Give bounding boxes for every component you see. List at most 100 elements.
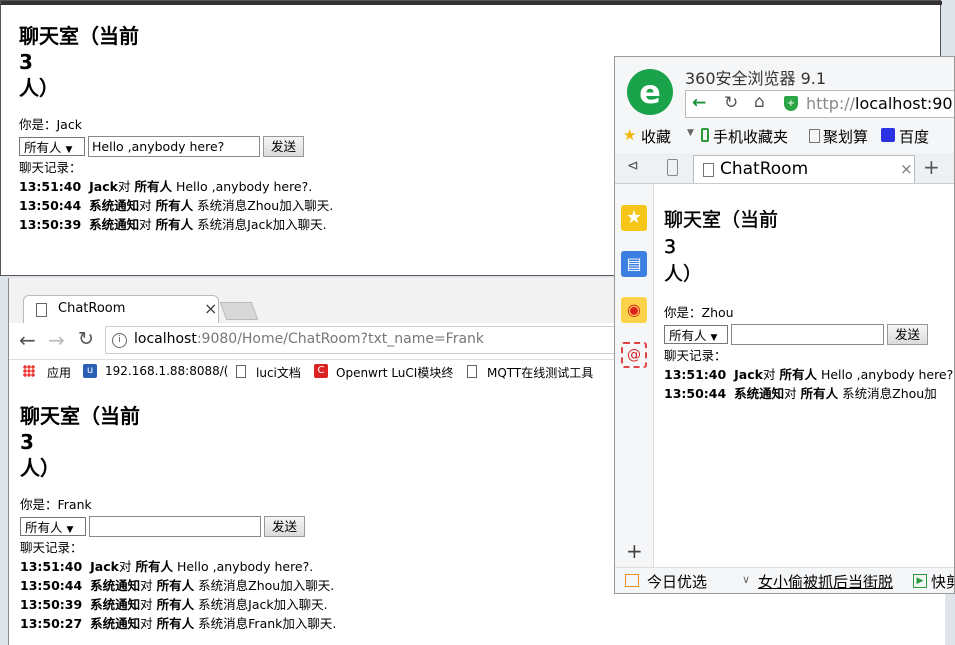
chat-title: 聊天室（当前 3 人） (19, 24, 139, 100)
url-host: localhost (134, 331, 197, 347)
history-label: 聊天记录： (19, 160, 82, 175)
chat-title: 聊天室（当前 3 人） (20, 404, 140, 480)
message-item: 13:51:40 Jack对 所有人 Hello ,anybody here?. (19, 179, 313, 194)
openwrt-icon: C (314, 364, 328, 378)
page-icon (809, 129, 820, 143)
message-item: 13:50:44 系统通知对 所有人 系统消息Zhou加入聊天. (20, 578, 335, 593)
favorites-bar: ★ 收藏 ▼ 手机收藏夹 聚划算 百度 (615, 124, 954, 148)
gift-icon (625, 574, 639, 587)
message-list: 13:51:40 Jack对 所有人 Hello ,anybody here?.… (19, 177, 333, 234)
bookmark-favorites[interactable]: 收藏 (641, 126, 671, 147)
mail-icon[interactable]: @ (621, 342, 647, 368)
phone-icon[interactable] (667, 159, 678, 176)
target-select[interactable]: 所有人 ▼ (19, 136, 85, 156)
message-input[interactable]: Hello ,anybody here? (88, 135, 260, 157)
you-are-label: 你是：Zhou (664, 305, 734, 320)
window-top-edge (1, 1, 942, 5)
apps-icon[interactable] (23, 365, 35, 377)
tab-title: ChatRoom (720, 159, 809, 179)
send-row: 所有人 ▼ 发送 (664, 322, 954, 346)
target-select[interactable]: 所有人 ▼ (20, 516, 86, 536)
bookmark-mqtt[interactable]: MQTT在线测试工具 (487, 364, 593, 381)
history-label: 聊天记录： (664, 348, 727, 363)
news-icon[interactable]: ▤ (621, 251, 647, 277)
reload-icon[interactable]: ↻ (78, 328, 94, 350)
address-bar[interactable]: http://localhost:90 (806, 94, 953, 113)
send-row: 所有人 ▼ 发送 (20, 514, 336, 538)
tab-chatroom[interactable]: ChatRoom × (693, 155, 915, 183)
today-picks-link[interactable]: 今日优选 (647, 571, 707, 592)
chat-content-zhou: 聊天室（当前 3 人） 你是：Zhou 所有人 ▼ 发送 聊天记录： 13:51… (664, 207, 955, 403)
sidebar-toggle-icon[interactable]: ⊲ (627, 158, 639, 174)
info-icon[interactable]: i (112, 333, 127, 348)
home-icon[interactable]: ⌂ (754, 92, 765, 112)
chevron-down-icon: ▼ (710, 332, 718, 343)
status-bar: 今日优选 ∨ 女小偷被抓后当街脱 ▶ 快剪 (615, 567, 954, 593)
favorites-star-icon[interactable]: ★ (621, 205, 647, 231)
address-bar[interactable]: i localhost:9080/Home/ChatRoom?txt_name=… (105, 326, 625, 354)
message-item: 13:51:40 Jack对 所有人 Hello ,anybody here?. (664, 367, 955, 382)
message-list: 13:51:40 Jack对 所有人 Hello ,anybody here?.… (20, 557, 336, 633)
you-are-label: 你是：Jack (19, 117, 82, 132)
message-item: 13:50:44 系统通知对 所有人 系统消息Zhou加 (664, 386, 937, 401)
chat-title: 聊天室（当前 3 人） (664, 209, 779, 285)
bookmark-router[interactable]: 192.168.1.88:8088/( (105, 364, 228, 378)
page-icon (703, 163, 714, 177)
message-input[interactable] (89, 515, 261, 537)
message-item: 13:50:44 系统通知对 所有人 系统消息Zhou加入聊天. (19, 198, 334, 213)
quick-clip-link[interactable]: 快剪 (931, 571, 954, 592)
send-button[interactable]: 发送 (264, 515, 306, 537)
message-item: 13:50:39 系统通知对 所有人 系统消息Jack加入聊天. (19, 217, 327, 232)
chat-content-frank: 聊天室（当前 3 人） 你是：Frank 所有人 ▼ 发送 聊天记录： 13:5… (20, 403, 336, 633)
browser-logo-icon: e (627, 69, 673, 115)
add-panel-icon[interactable]: + (626, 541, 643, 561)
chevron-down-icon: ▼ (66, 524, 74, 535)
chat-content-jack: 聊天室（当前 3 人） 你是：Jack 所有人 ▼ Hello ,anybody… (19, 23, 333, 234)
tab-chatroom[interactable]: ChatRoom × (23, 295, 219, 323)
history-label: 聊天记录： (20, 540, 83, 555)
bookmark-baidu[interactable]: 百度 (899, 126, 929, 147)
chevron-down-icon: ▼ (65, 144, 73, 155)
star-icon: ★ (623, 126, 637, 144)
page-icon (467, 365, 477, 378)
message-item: 13:50:27 系统通知对 所有人 系统消息Frank加入聊天. (20, 616, 337, 631)
target-select[interactable]: 所有人 ▼ (664, 324, 728, 344)
browser-name: 360安全浏览器 9.1 (685, 69, 827, 88)
you-are-label: 你是：Frank (20, 497, 92, 512)
bookmark-openwrt[interactable]: Openwrt LuCI模块终 (336, 364, 453, 381)
message-item: 13:50:39 系统通知对 所有人 系统消息Jack加入聊天. (20, 597, 328, 612)
new-tab-button[interactable] (219, 302, 259, 320)
side-panel: ★ ▤ ◉ @ + (615, 184, 654, 567)
baidu-icon (881, 128, 895, 142)
tab-row: ⊲ ChatRoom × + (615, 153, 954, 184)
message-list: 13:51:40 Jack对 所有人 Hello ,anybody here?.… (664, 365, 955, 403)
router-icon: u (83, 364, 97, 378)
bookmark-juhuasuan[interactable]: 聚划算 (823, 126, 868, 147)
page-icon (36, 303, 47, 317)
phone-icon (701, 128, 709, 142)
news-headline-link[interactable]: 女小偷被抓后当街脱 (758, 571, 893, 592)
send-button[interactable]: 发送 (887, 323, 929, 345)
message-item: 13:51:40 Jack对 所有人 Hello ,anybody here?. (20, 559, 314, 574)
shield-icon: + (784, 96, 798, 111)
back-icon[interactable]: ← (19, 328, 36, 352)
page-icon (236, 365, 246, 378)
close-icon[interactable]: × (900, 160, 913, 178)
tab-title: ChatRoom (58, 301, 126, 316)
chevron-down-icon[interactable]: ▼ (687, 128, 694, 138)
message-input[interactable] (731, 323, 884, 345)
send-button[interactable]: 发送 (263, 135, 305, 157)
bookmark-apps[interactable]: 应用 (47, 364, 71, 381)
close-icon[interactable]: × (204, 299, 217, 318)
chevron-down-icon[interactable]: ∨ (742, 573, 750, 586)
new-tab-button[interactable]: + (923, 155, 940, 179)
bookmark-mobile[interactable]: 手机收藏夹 (713, 126, 788, 147)
bookmark-luci[interactable]: luci文档 (256, 364, 301, 381)
back-icon[interactable]: ← (692, 93, 706, 113)
weibo-icon[interactable]: ◉ (621, 297, 647, 323)
send-row: 所有人 ▼ Hello ,anybody here? 发送 (19, 134, 333, 158)
forward-icon[interactable]: → (48, 328, 65, 352)
url-path: :9080/Home/ChatRoom?txt_name=Frank (196, 331, 485, 347)
window-zhou: e 360安全浏览器 9.1 ← ↻ ⌂ + http://localhost:… (614, 56, 955, 594)
reload-icon[interactable]: ↻ (724, 93, 738, 113)
